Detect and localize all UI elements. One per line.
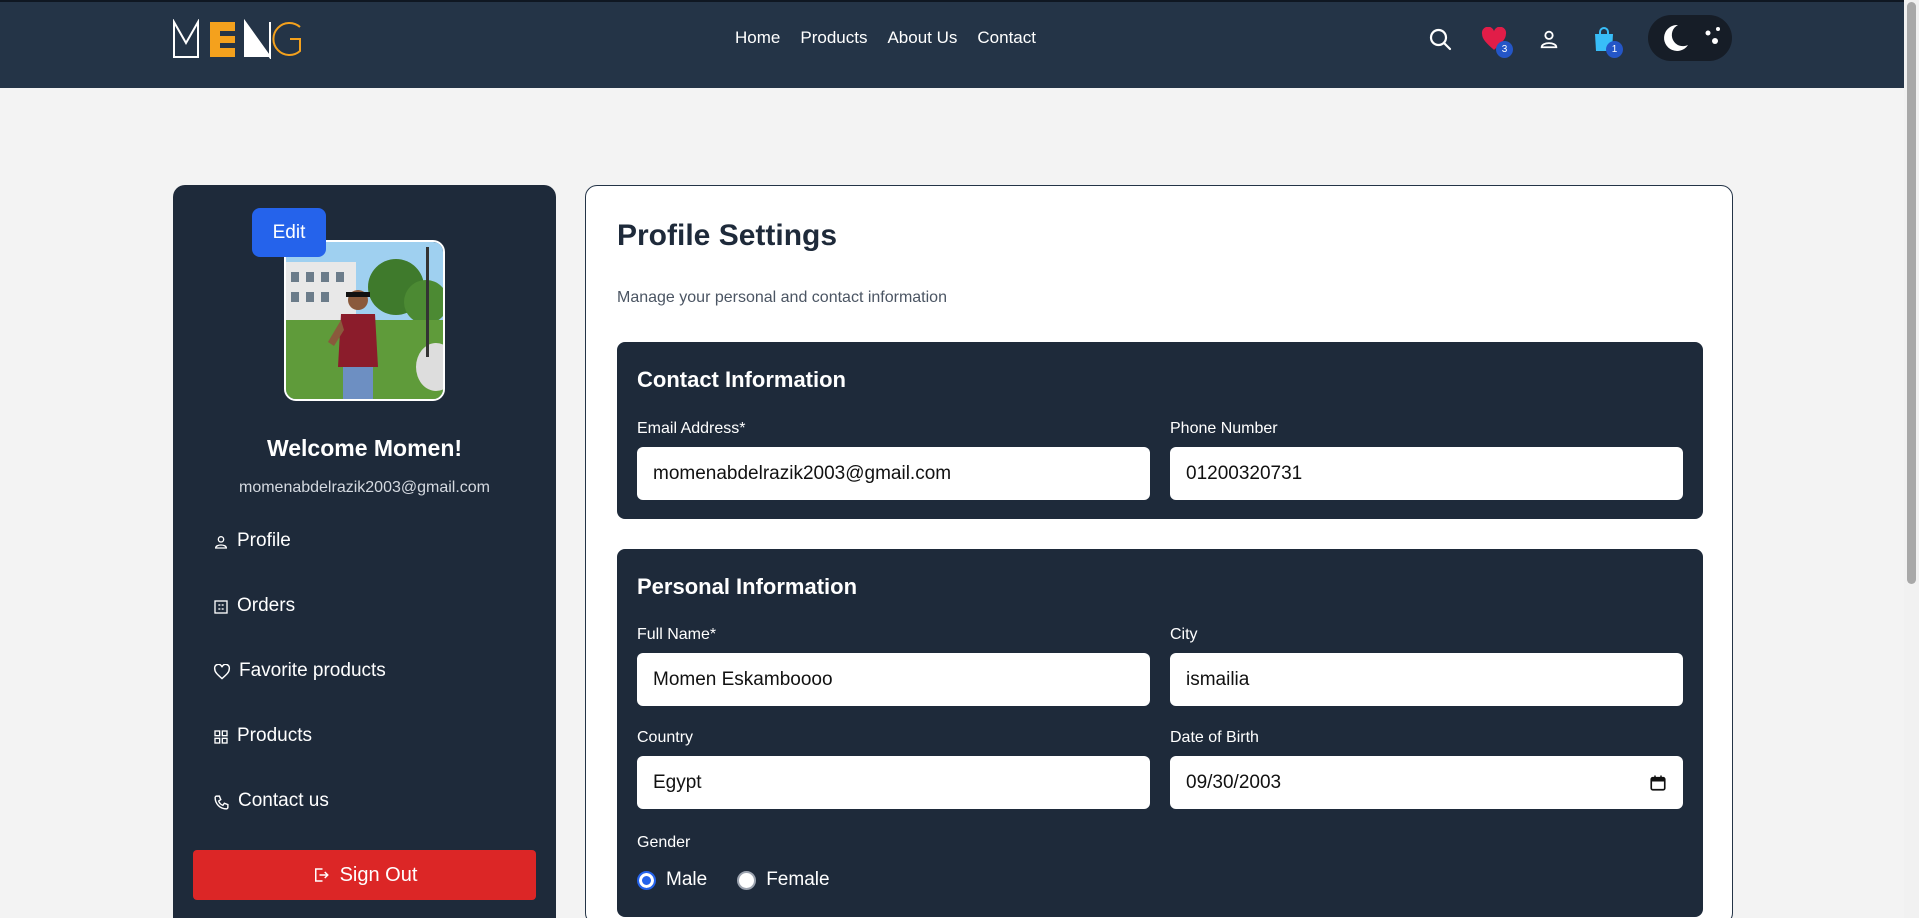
nav-home[interactable]: Home	[735, 28, 780, 48]
phone-field[interactable]	[1170, 447, 1683, 500]
page-subtitle: Manage your personal and contact informa…	[617, 289, 947, 306]
country-label: Country	[637, 729, 694, 746]
gender-male-radio[interactable]	[637, 870, 656, 890]
dob-label: Date of Birth	[1170, 729, 1259, 746]
nav-contact[interactable]: Contact	[977, 28, 1036, 48]
phone-label: Phone Number	[1170, 420, 1278, 437]
moon-icon	[1664, 24, 1720, 51]
orders-icon	[214, 600, 228, 614]
full-name-label: Full Name*	[637, 626, 717, 643]
phone-icon	[214, 795, 229, 810]
edit-avatar-button[interactable]: Edit	[252, 208, 326, 257]
heart-icon	[213, 664, 231, 680]
sign-out-label: Sign Out	[339, 863, 418, 886]
sidebar-item-label: Orders	[237, 595, 296, 616]
cart-button[interactable]: 1	[1589, 24, 1623, 58]
logout-icon	[314, 868, 329, 882]
sidebar-item-label: Profile	[237, 530, 291, 551]
city-label: City	[1170, 626, 1198, 643]
meng-logo[interactable]	[172, 19, 322, 59]
gender-label: Gender	[637, 834, 691, 851]
nav-products[interactable]: Products	[800, 28, 867, 48]
sidebar-item-favorite-products[interactable]: Favorite products	[213, 660, 533, 725]
main-nav: Home Products About Us Contact	[735, 28, 1036, 48]
profile-sidebar: Edit Welcome Momen! momenabdelrazik2003@…	[173, 185, 556, 918]
profile-settings-panel: Profile Settings Manage your personal an…	[585, 185, 1733, 918]
grid-icon	[214, 730, 228, 744]
profile-photo	[286, 242, 443, 399]
sidebar-item-label: Contact us	[238, 790, 329, 811]
user-icon	[1540, 30, 1558, 49]
gender-male-label[interactable]: Male	[666, 869, 707, 891]
city-field[interactable]	[1170, 653, 1683, 706]
sidebar-item-orders[interactable]: Orders	[213, 595, 533, 660]
email-label: Email Address*	[637, 420, 746, 437]
sidebar-item-label: Products	[237, 725, 312, 746]
sign-out-button[interactable]: Sign Out	[193, 850, 536, 900]
page-title: Profile Settings	[617, 219, 838, 252]
search-icon[interactable]	[1425, 24, 1455, 54]
user-icon	[214, 536, 228, 549]
sidebar-menu: Profile Orders Favorite products Product…	[213, 530, 533, 855]
sidebar-item-products[interactable]: Products	[213, 725, 533, 790]
personal-information-card: Personal Information Full Name* City Cou…	[617, 549, 1703, 917]
calendar-icon[interactable]	[1649, 774, 1667, 792]
sidebar-item-profile[interactable]: Profile	[213, 530, 533, 595]
user-email: momenabdelrazik2003@gmail.com	[238, 479, 491, 496]
full-name-field[interactable]	[637, 653, 1150, 706]
gender-female-radio[interactable]	[737, 870, 757, 890]
email-field[interactable]	[637, 447, 1150, 500]
sidebar-item-label: Favorite products	[239, 660, 386, 681]
top-navbar: Home Products About Us Contact 3 1	[0, 0, 1904, 88]
nav-about-us[interactable]: About Us	[887, 28, 957, 48]
dob-value: 09/30/2003	[1186, 771, 1282, 793]
avatar	[284, 240, 445, 401]
scrollbar-thumb[interactable]	[1907, 2, 1916, 584]
contact-information-title: Contact Information	[637, 367, 846, 392]
personal-information-title: Personal Information	[637, 574, 858, 599]
favorites-count-badge: 3	[1496, 41, 1513, 58]
country-field[interactable]	[637, 756, 1150, 809]
contact-information-card: Contact Information Email Address* Phone…	[617, 342, 1703, 519]
welcome-heading: Welcome Momen!	[266, 435, 463, 461]
theme-toggle[interactable]	[1648, 15, 1732, 61]
date-of-birth-field[interactable]: 09/30/2003	[1170, 756, 1683, 809]
page-scrollbar[interactable]	[1904, 0, 1919, 918]
gender-radio-group: Male Female	[637, 869, 830, 891]
cart-count-badge: 1	[1606, 41, 1623, 58]
account-button[interactable]	[1534, 24, 1564, 54]
gender-female-label[interactable]: Female	[766, 869, 829, 891]
favorites-button[interactable]: 3	[1479, 24, 1513, 58]
sidebar-item-contact-us[interactable]: Contact us	[213, 790, 533, 855]
